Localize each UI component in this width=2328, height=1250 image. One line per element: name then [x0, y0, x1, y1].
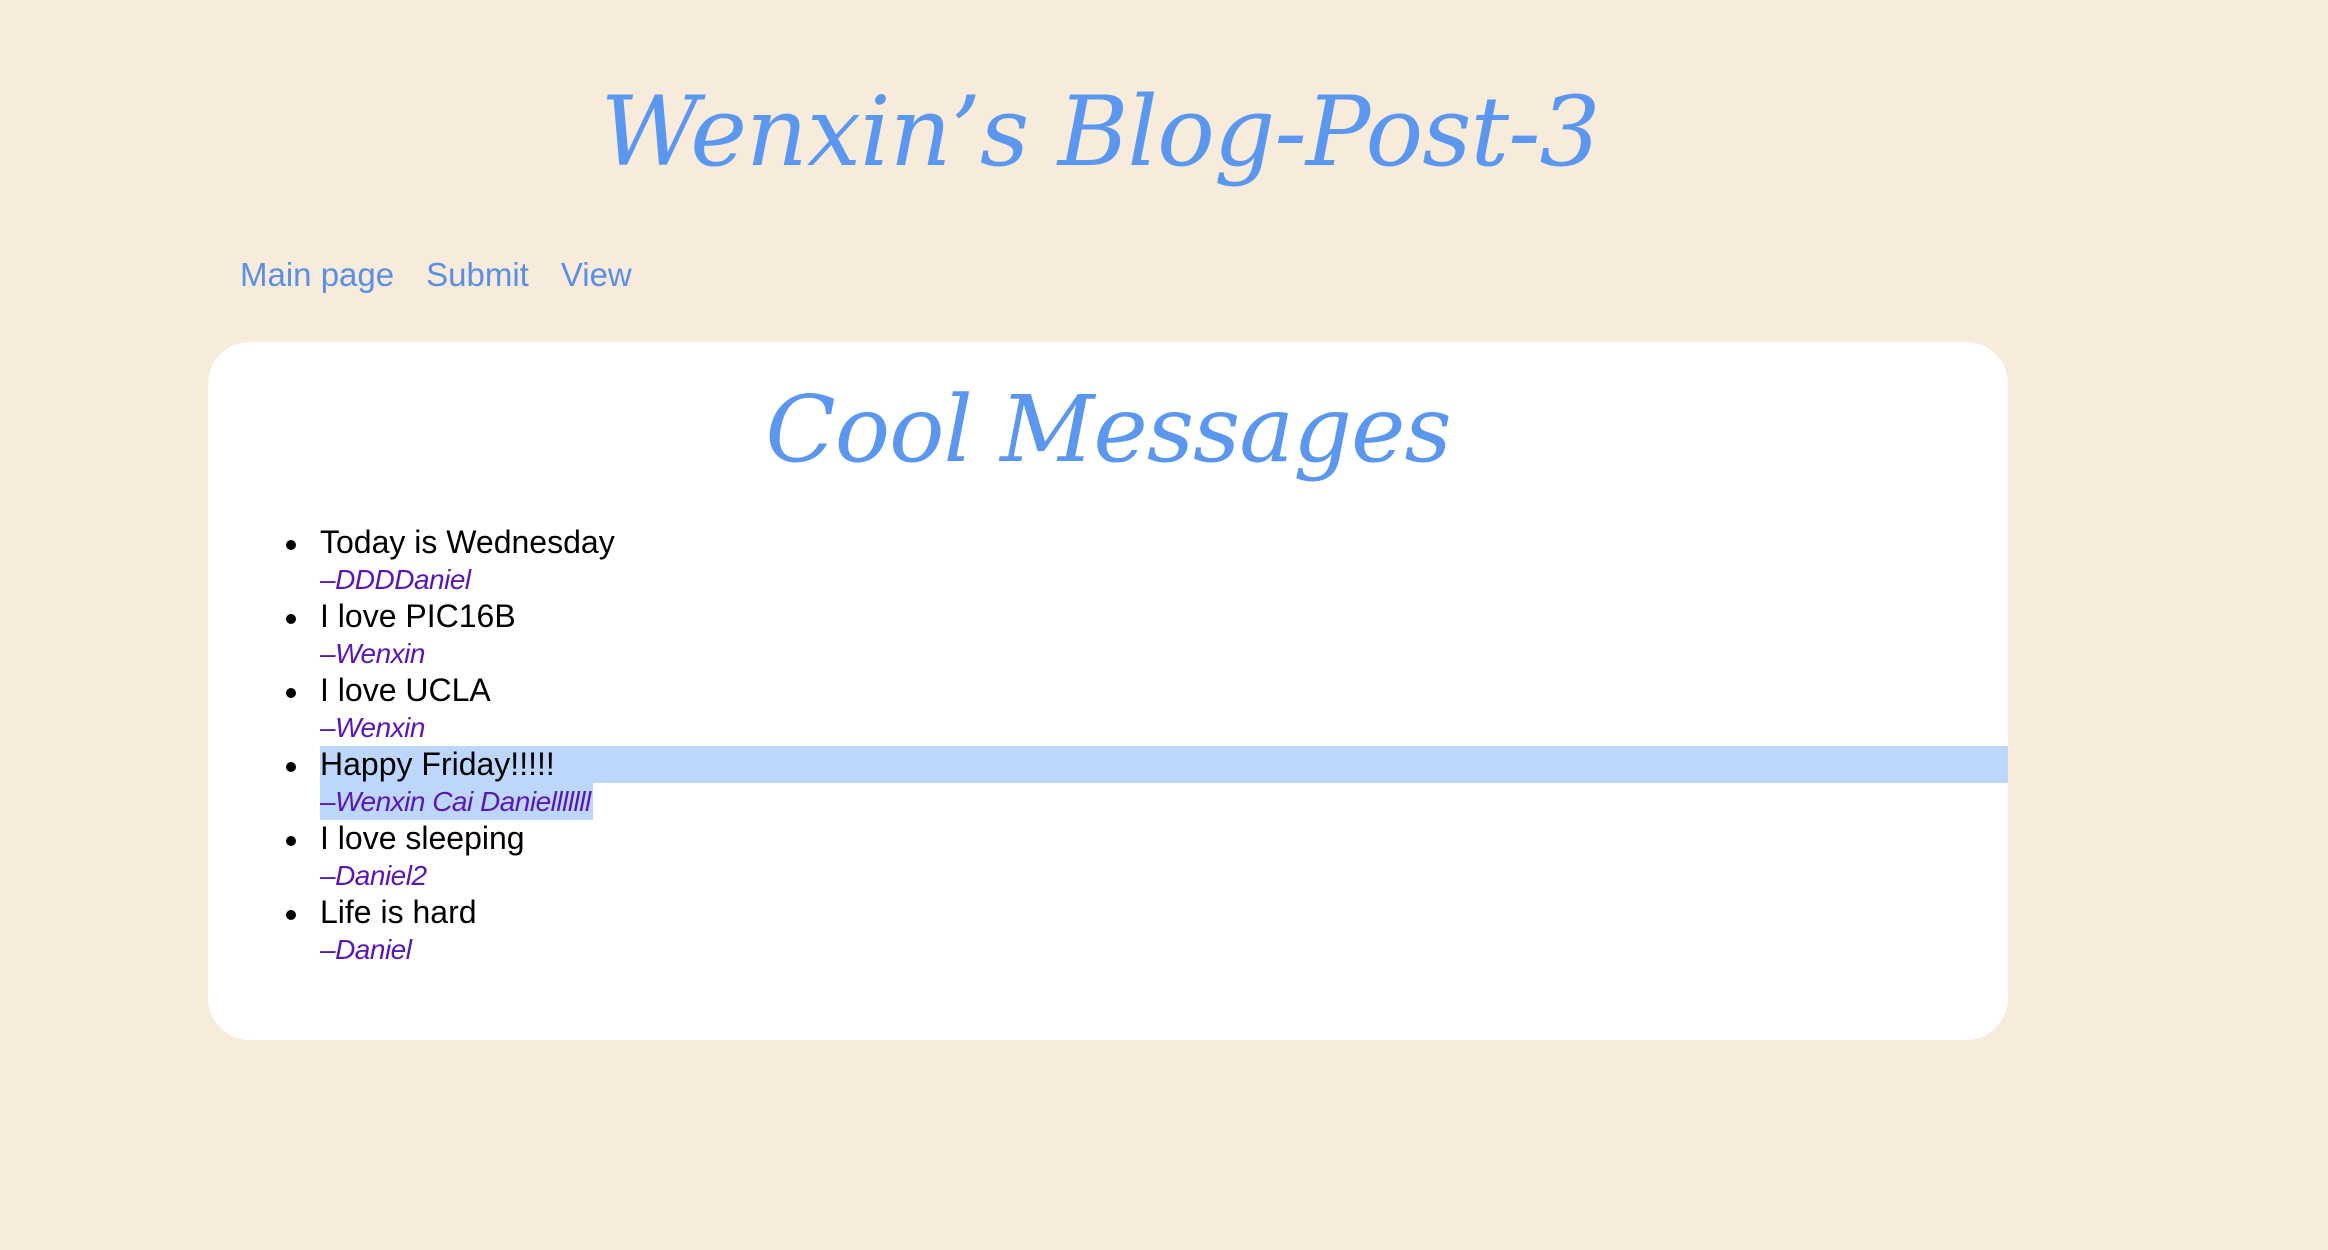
bullet-icon: [286, 540, 296, 550]
nav-link-view[interactable]: View: [561, 250, 632, 300]
message-item: I love sleeping –Daniel2: [208, 820, 2008, 894]
message-text: Happy Friday!!!!!: [320, 746, 555, 782]
message-text: Life is hard: [320, 894, 477, 930]
site-title: Wenxin’s Blog-Post-3: [600, 76, 1600, 188]
message-item: Today is Wednesday –DDDDaniel: [208, 524, 2008, 598]
message-author: –Daniel: [320, 934, 412, 965]
message-text: Today is Wednesday: [320, 524, 615, 560]
message-author: –Daniel2: [320, 860, 427, 891]
message-list: Today is Wednesday –DDDDaniel I love PIC…: [208, 524, 2008, 968]
bullet-icon: [286, 614, 296, 624]
nav-bar: Main page Submit View: [240, 250, 664, 300]
message-author: –Wenxin: [320, 638, 425, 669]
selection-highlight: [320, 746, 2008, 783]
bullet-icon: [286, 688, 296, 698]
nav-link-main-page[interactable]: Main page: [240, 250, 394, 300]
message-text: I love UCLA: [320, 672, 491, 708]
message-text: I love PIC16B: [320, 598, 516, 634]
message-author: –Wenxin Cai Danielllllll: [320, 783, 593, 820]
message-item: Life is hard –Daniel: [208, 894, 2008, 968]
message-author: –Wenxin: [320, 712, 425, 743]
message-item-selected: Happy Friday!!!!! –Wenxin Cai Danielllll…: [208, 746, 2008, 820]
bullet-icon: [286, 910, 296, 920]
nav-link-submit[interactable]: Submit: [426, 250, 529, 300]
card-title: Cool Messages: [765, 376, 1451, 483]
message-text: I love sleeping: [320, 820, 525, 856]
bullet-icon: [286, 762, 296, 772]
message-author: –DDDDaniel: [320, 564, 471, 595]
bullet-icon: [286, 836, 296, 846]
message-item: I love UCLA –Wenxin: [208, 672, 2008, 746]
message-item: I love PIC16B –Wenxin: [208, 598, 2008, 672]
messages-card: Cool Messages Today is Wednesday –DDDDan…: [208, 342, 2008, 1040]
